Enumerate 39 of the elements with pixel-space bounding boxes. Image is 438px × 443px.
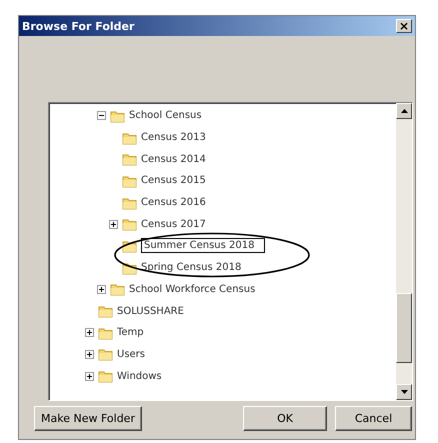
folder-icon xyxy=(110,282,125,296)
folder-icon xyxy=(98,347,113,362)
folder-icon xyxy=(122,152,137,166)
folder-item[interactable]: Census 2013 xyxy=(141,132,206,144)
expand-icon[interactable] xyxy=(85,350,94,359)
folder-icon xyxy=(110,108,125,123)
folder-icon xyxy=(122,196,137,210)
window-title: Browse For Folder xyxy=(22,20,134,32)
folder-item[interactable]: Spring Census 2018 xyxy=(141,262,242,274)
expand-icon[interactable] xyxy=(85,372,94,381)
expand-icon[interactable] xyxy=(97,284,106,294)
expand-icon[interactable] xyxy=(109,220,118,229)
folder-item[interactable]: Census 2015 xyxy=(141,175,206,186)
make-new-folder-button[interactable]: Make New Folder xyxy=(34,406,142,431)
expand-icon[interactable] xyxy=(85,328,94,338)
folder-icon xyxy=(122,217,137,232)
folder-item[interactable]: Census 2017 xyxy=(141,218,206,230)
scrollbar[interactable] xyxy=(396,103,412,400)
folder-item[interactable]: Users xyxy=(117,348,146,360)
scroll-thumb[interactable] xyxy=(396,293,412,363)
collapse-icon[interactable] xyxy=(97,111,106,120)
folder-item[interactable]: Windows xyxy=(117,370,162,382)
cancel-button[interactable]: Cancel xyxy=(335,406,412,431)
folder-icon xyxy=(122,130,137,145)
folder-item[interactable]: Temp xyxy=(117,327,144,338)
folder-item[interactable]: SOLUSSHARE xyxy=(117,306,184,317)
folder-item[interactable]: School Workforce Census xyxy=(129,284,256,295)
folder-icon xyxy=(98,369,113,384)
folder-icon xyxy=(122,174,137,188)
folder-icon xyxy=(98,304,113,318)
folder-item[interactable]: Census 2016 xyxy=(141,197,206,208)
rename-field[interactable]: Summer Census 2018 xyxy=(141,238,265,254)
ok-button[interactable]: OK xyxy=(243,406,327,431)
folder-item[interactable]: School Census xyxy=(129,110,202,122)
close-button[interactable]: × xyxy=(396,19,412,33)
folder-item[interactable]: Census 2014 xyxy=(141,154,206,165)
scroll-down-icon[interactable] xyxy=(396,384,412,400)
folder-icon xyxy=(98,326,113,340)
scroll-up-icon[interactable] xyxy=(396,103,412,119)
